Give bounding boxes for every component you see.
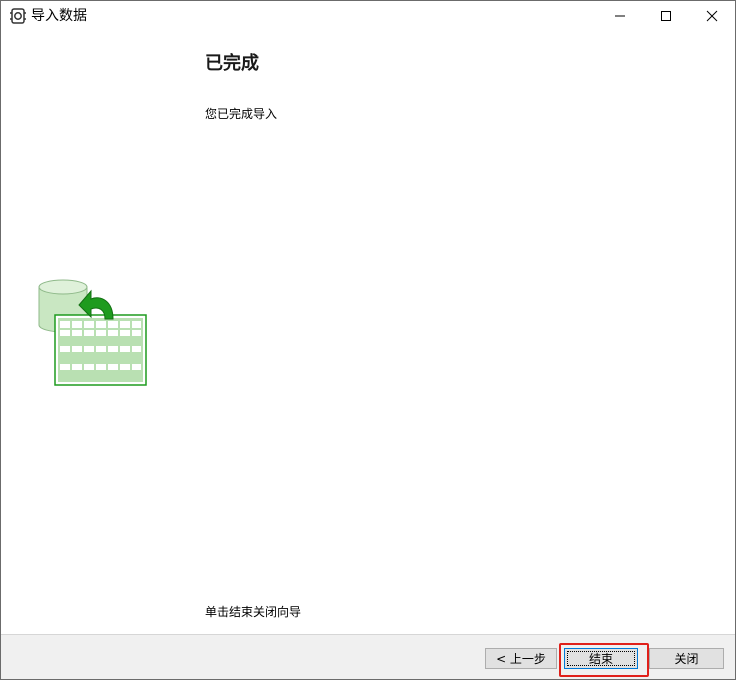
app-icon	[9, 7, 27, 25]
window-title: 导入数据	[31, 8, 87, 24]
close-window-button[interactable]	[689, 1, 735, 31]
finish-highlight-box	[559, 643, 649, 677]
maximize-button[interactable]	[643, 1, 689, 31]
minimize-icon	[615, 15, 625, 17]
wizard-footer: < 上一步 结束 关闭	[1, 634, 735, 679]
completion-message: 您已完成导入	[205, 107, 278, 121]
close-wizard-hint: 单击结束关闭向导	[205, 605, 302, 619]
page-heading: 已完成	[205, 53, 259, 74]
maximize-icon	[661, 11, 671, 21]
minimize-button[interactable]	[597, 1, 643, 31]
back-button[interactable]: < 上一步	[485, 648, 557, 669]
close-button[interactable]: 关闭	[649, 648, 724, 669]
title-bar[interactable]: 导入数据	[1, 1, 735, 31]
import-data-icon	[37, 277, 149, 389]
close-icon	[706, 10, 718, 22]
import-data-window: 导入数据 已完成 您已完成导入 单击结束关闭向导 < 上一步 结束 关闭	[0, 0, 736, 680]
